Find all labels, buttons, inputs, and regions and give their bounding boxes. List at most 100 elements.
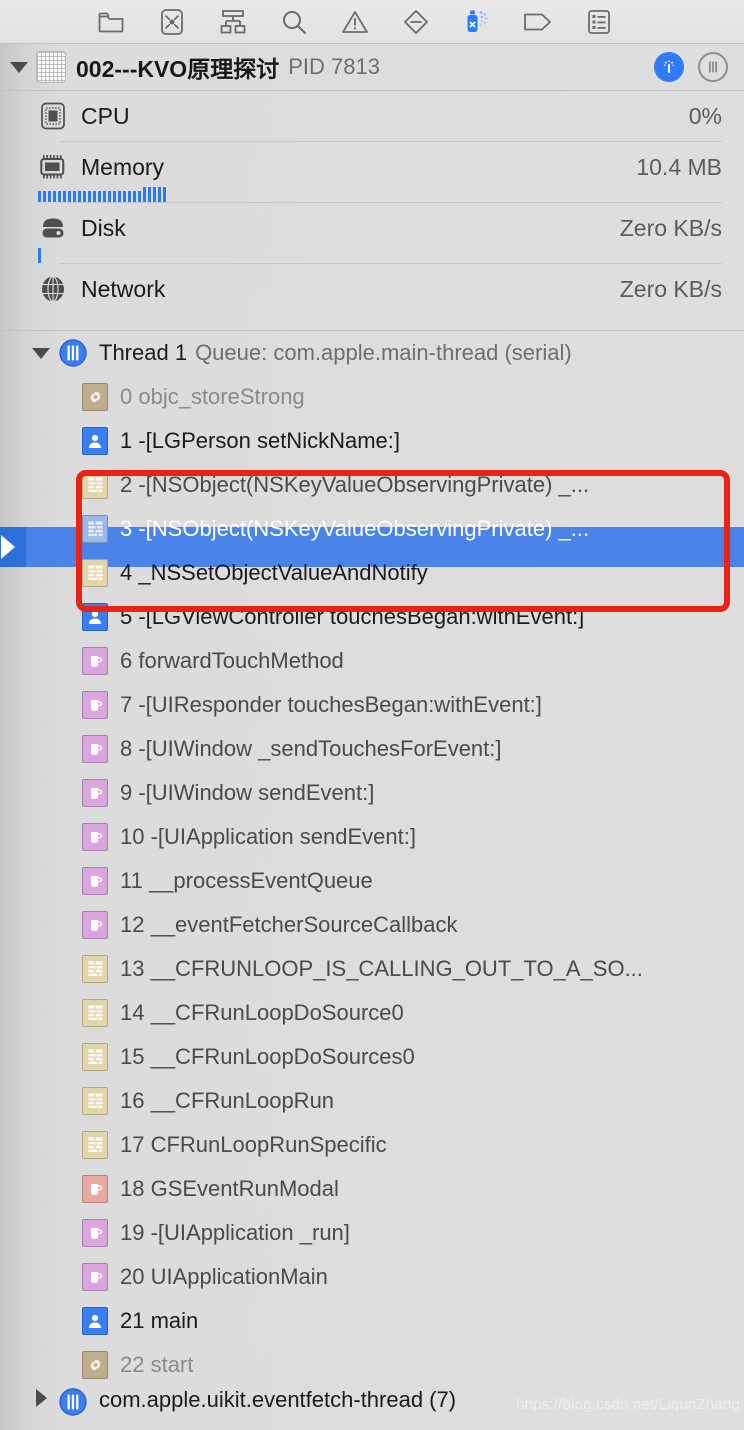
cpu-icon (38, 101, 68, 131)
stack-frame-label: 11 __processEventQueue (120, 868, 373, 893)
stack-frame-label: 16 __CFRunLoopRun (120, 1088, 335, 1113)
memory-icon (38, 152, 68, 182)
app-icon (36, 51, 66, 83)
thread-row[interactable]: Thread 1 Queue: com.apple.main-thread (s… (0, 331, 744, 375)
stack-frame-row[interactable]: 4 _NSSetObjectValueAndNotify (0, 551, 744, 595)
stack-frame-label: 3 -[NSObject(NSKeyValueObservingPrivate)… (120, 516, 590, 541)
gauge-row-memory[interactable]: Memory 10.4 MB (0, 142, 744, 192)
warning-icon[interactable] (340, 7, 370, 37)
stack-frame-label: 15 __CFRunLoopDoSources0 (120, 1044, 415, 1069)
process-actions (654, 52, 744, 82)
memory-diamond-icon[interactable] (401, 7, 431, 37)
stack-frame-row[interactable]: 12 __eventFetcherSourceCallback (0, 903, 744, 947)
stack-frame-row[interactable]: 22 start (0, 1343, 744, 1387)
pause-icon[interactable] (698, 52, 728, 82)
stack-frame-row[interactable]: 10 -[UIApplication sendEvent:] (0, 815, 744, 859)
stack-frame-list[interactable]: 0 objc_storeStrong 1 -[LGPerson setNickNa… (0, 375, 744, 1387)
gs-icon (82, 1175, 108, 1203)
thread-name: com.apple.uikit.eventfetch-thread (7) (99, 1387, 457, 1412)
usage-bar (88, 191, 91, 202)
stack-frame-label: 6 forwardTouchMethod (120, 648, 344, 673)
usage-bar (93, 191, 96, 202)
stack-frame-label: 4 _NSSetObjectValueAndNotify (120, 560, 428, 585)
stack-frame-row[interactable]: 9 -[UIWindow sendEvent:] (0, 771, 744, 815)
stack-frame-row[interactable]: 2 -[NSObject(NSKeyValueObservingPrivate)… (0, 463, 744, 507)
cf-icon (82, 999, 108, 1027)
stack-frame-row[interactable]: 15 __CFRunLoopDoSources0 (0, 1035, 744, 1079)
stack-frame-row[interactable]: 7 -[UIResponder touchesBegan:withEvent:] (0, 683, 744, 727)
cf-icon (82, 955, 108, 983)
uikit-icon (82, 823, 108, 851)
stack-frame-label: 18 GSEventRunModal (120, 1176, 339, 1201)
stack-frame-row[interactable]: 14 __CFRunLoopDoSource0 (0, 991, 744, 1035)
gauge-value: 10.4 MB (636, 153, 722, 180)
usage-bar (48, 191, 51, 202)
stack-frame-label: 14 __CFRunLoopDoSource0 (120, 1000, 404, 1025)
usage-bar (78, 191, 81, 202)
gauge-label: Network (81, 275, 166, 302)
gauge-row-disk[interactable]: Disk Zero KB/s (0, 203, 744, 253)
info-icon[interactable] (654, 52, 684, 82)
stack-frame-row[interactable]: 8 -[UIWindow _sendTouchesForEvent:] (0, 727, 744, 771)
process-title: 002---KVO原理探讨 (76, 56, 280, 82)
gauge-row-network[interactable]: Network Zero KB/s (0, 264, 744, 314)
search-icon[interactable] (279, 7, 309, 37)
usage-bar (68, 191, 71, 202)
uikit-icon (82, 647, 108, 675)
usage-bar (133, 191, 136, 202)
stack-frame-row[interactable]: 17 CFRunLoopRunSpecific (0, 1123, 744, 1167)
folder-icon[interactable] (96, 7, 126, 37)
uikit-icon (82, 735, 108, 763)
process-row[interactable]: 002---KVO原理探讨 PID 7813 (0, 44, 744, 90)
stack-frame-row[interactable]: 16 __CFRunLoopRun (0, 1079, 744, 1123)
stack-frame-row[interactable]: 3 -[NSObject(NSKeyValueObservingPrivate)… (0, 507, 744, 551)
stack-frame-row[interactable]: 18 GSEventRunModal (0, 1167, 744, 1211)
thread-queue: Queue: com.apple.main-thread (serial) (195, 340, 572, 365)
usage-bar (118, 191, 121, 202)
stack-frame-row[interactable]: 19 -[UIApplication _run] (0, 1211, 744, 1255)
usage-bar (83, 191, 86, 202)
usage-bar (108, 191, 111, 202)
uikit-icon (82, 911, 108, 939)
tag-icon[interactable] (523, 7, 553, 37)
stack-frame-label: 13 __CFRUNLOOP_IS_CALLING_OUT_TO_A_SO... (120, 956, 643, 981)
cf-icon (82, 471, 108, 499)
stack-frame-row[interactable]: 13 __CFRUNLOOP_IS_CALLING_OUT_TO_A_SO... (0, 947, 744, 991)
stack-frame-row[interactable]: 20 UIApplicationMain (0, 1255, 744, 1299)
gauge-label: Disk (81, 214, 126, 241)
process-pid: PID 7813 (288, 54, 380, 79)
thread-disclosure-triangle[interactable] (30, 342, 52, 364)
list-icon[interactable] (584, 7, 614, 37)
uikit-icon (82, 867, 108, 895)
process-disclosure-triangle[interactable] (8, 56, 30, 78)
gear-icon (82, 383, 108, 411)
stack-frame-label: 7 -[UIResponder touchesBegan:withEvent:] (120, 692, 542, 717)
crash-icon[interactable] (157, 7, 187, 37)
usage-bar (138, 191, 141, 202)
user-icon (82, 427, 108, 455)
usage-bar (128, 191, 131, 202)
gauge-value: Zero KB/s (619, 214, 722, 241)
stack-frame-row[interactable]: 11 __processEventQueue (0, 859, 744, 903)
network-icon (38, 274, 68, 304)
gauge-row-cpu[interactable]: CPU 0% (0, 91, 744, 141)
thread-name: Thread 1 (99, 340, 188, 365)
gauge-label: Memory (81, 153, 165, 180)
cf-icon (82, 1087, 108, 1115)
uikit-icon (82, 691, 108, 719)
spray-can-icon[interactable] (462, 7, 492, 37)
stack-frame-row[interactable]: 6 forwardTouchMethod (0, 639, 744, 683)
usage-bar (58, 191, 61, 202)
stack-frame-label: 12 __eventFetcherSourceCallback (120, 912, 458, 937)
hierarchy-icon[interactable] (218, 7, 248, 37)
thread-disclosure-triangle[interactable] (30, 1387, 52, 1409)
stack-frame-label: 21 main (120, 1308, 199, 1333)
stack-frame-label: 2 -[NSObject(NSKeyValueObservingPrivate)… (120, 472, 590, 497)
gauge-value: Zero KB/s (619, 275, 722, 302)
stack-frame-label: 8 -[UIWindow _sendTouchesForEvent:] (120, 736, 502, 761)
stack-frame-row[interactable]: 0 objc_storeStrong (0, 375, 744, 419)
stack-frame-row[interactable]: 5 -[LGViewController touchesBegan:withEv… (0, 595, 744, 639)
stack-frame-label: 17 CFRunLoopRunSpecific (120, 1132, 387, 1157)
stack-frame-row[interactable]: 21 main (0, 1299, 744, 1343)
stack-frame-row[interactable]: 1 -[LGPerson setNickName:] (0, 419, 744, 463)
